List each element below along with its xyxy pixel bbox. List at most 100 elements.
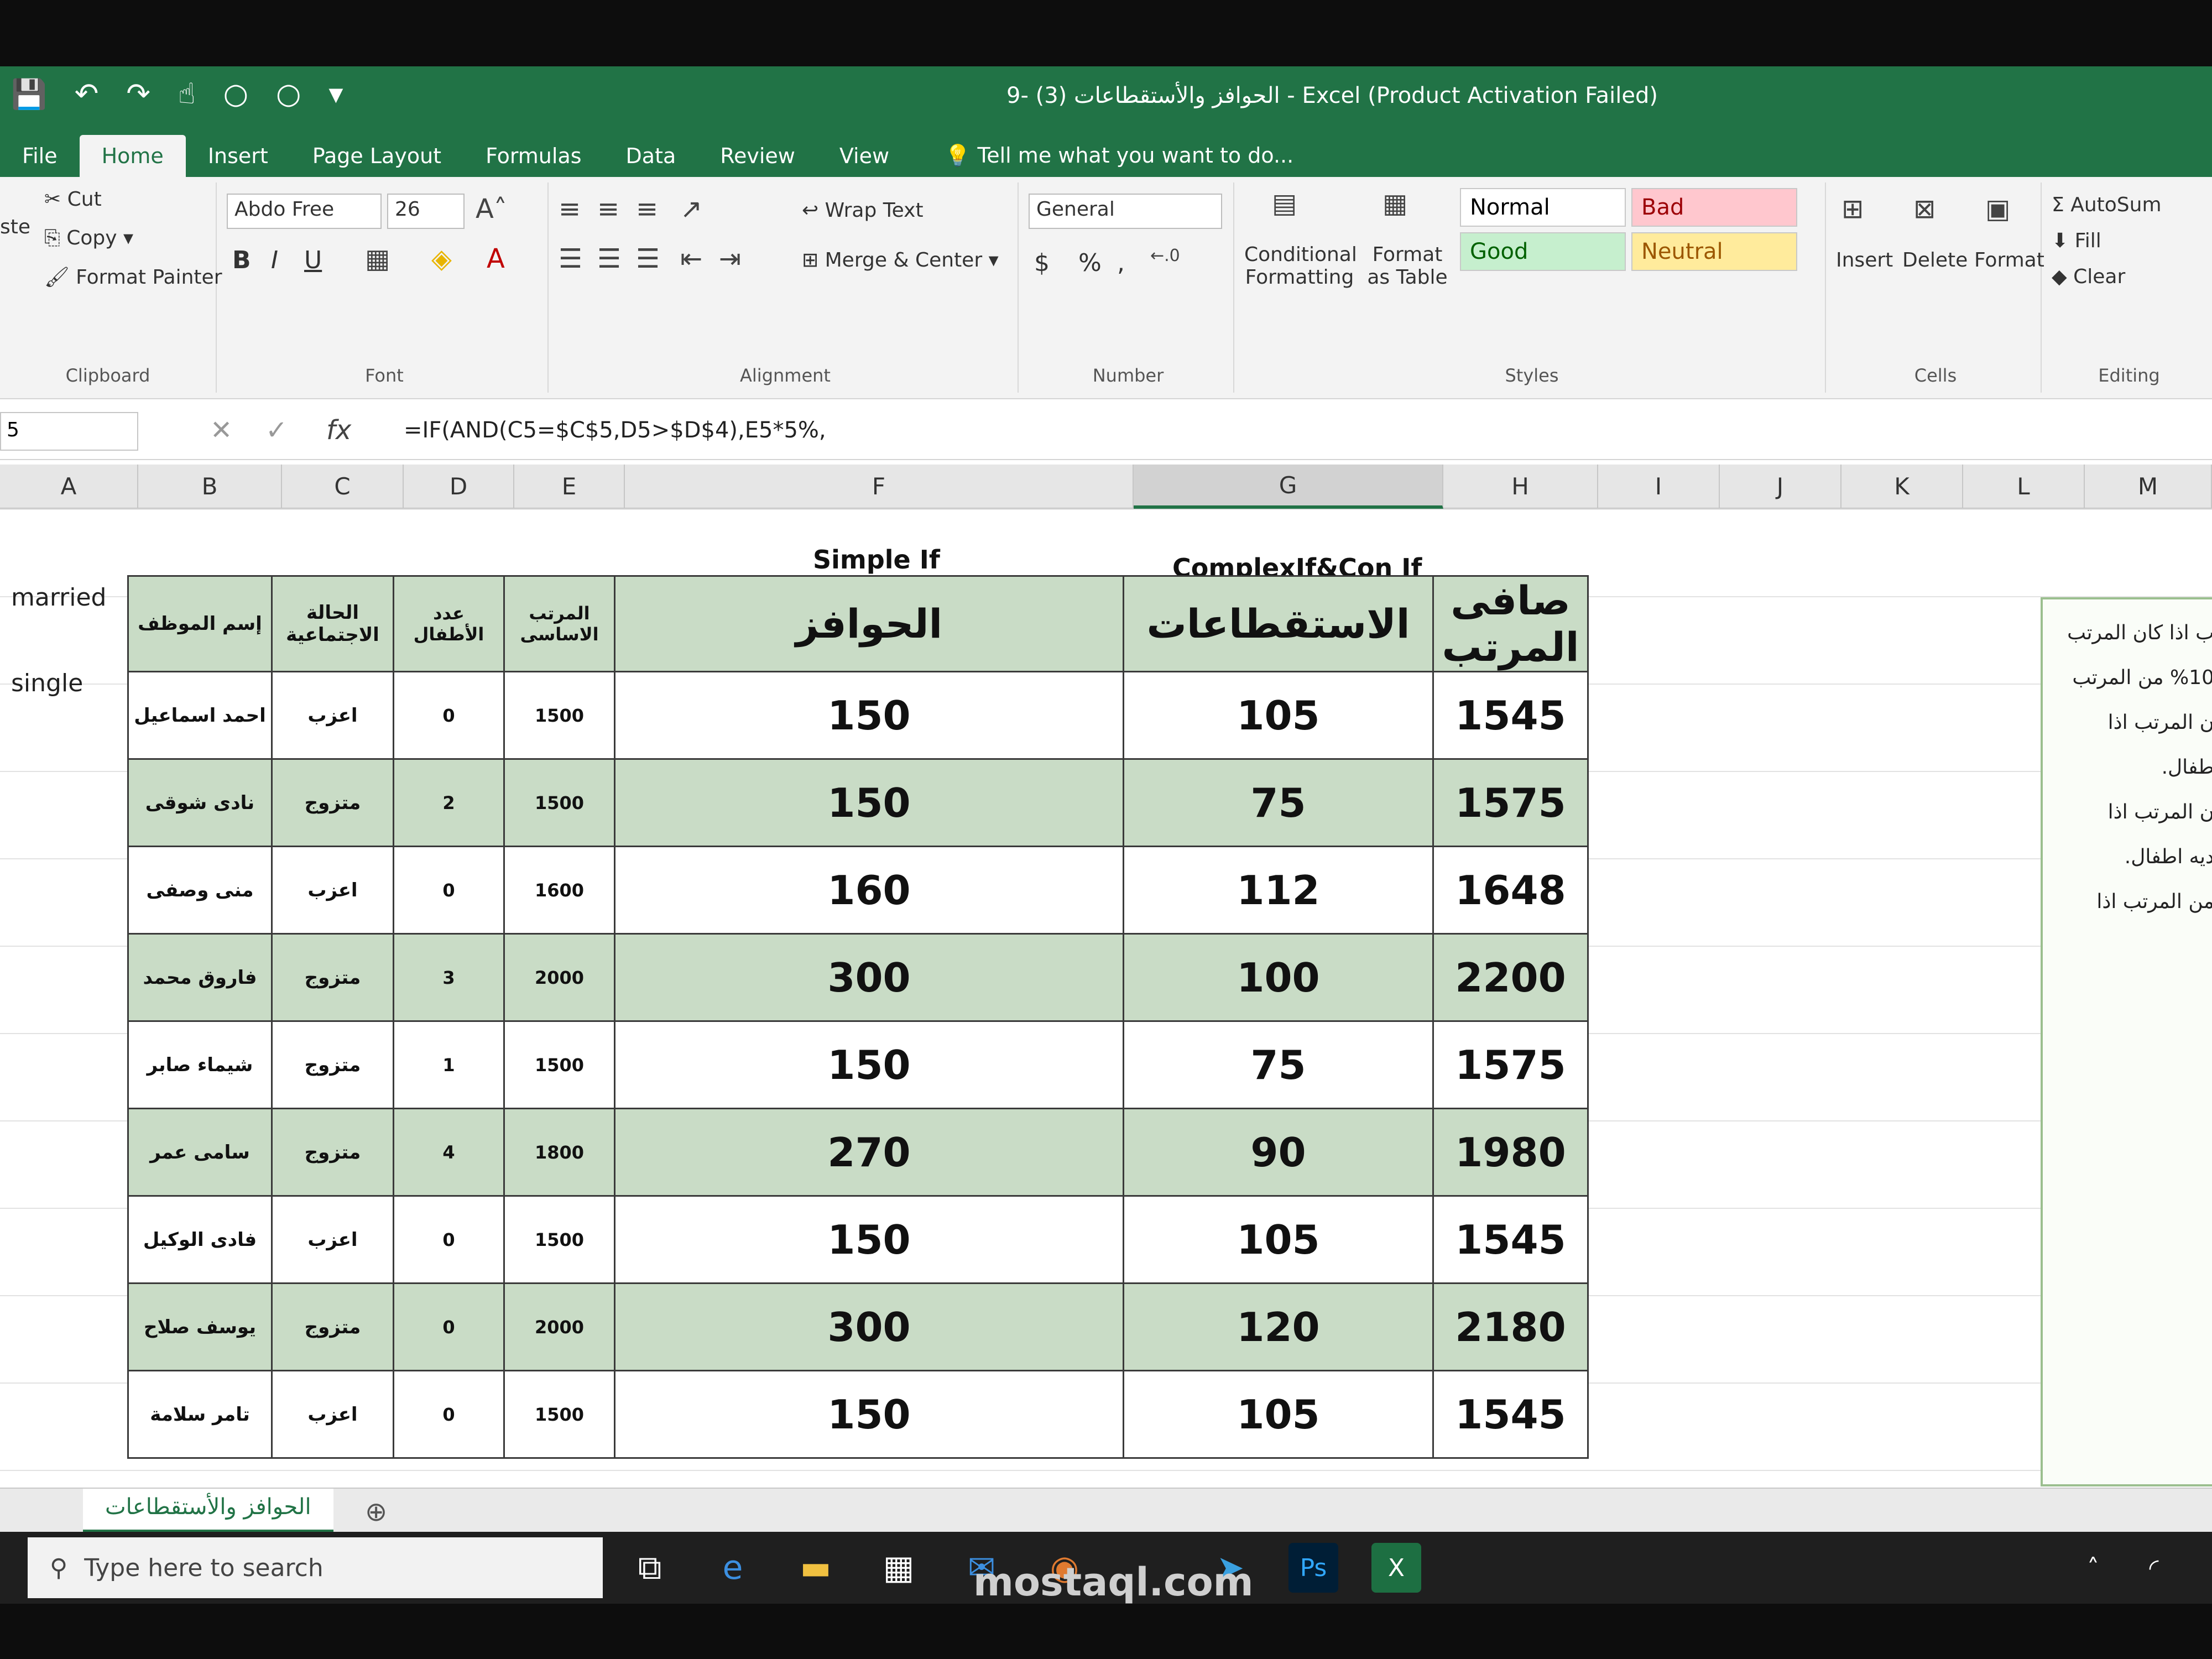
- cell-children[interactable]: 0: [393, 1195, 505, 1284]
- excel-icon[interactable]: X: [1371, 1543, 1421, 1593]
- cell-bonus[interactable]: 270: [614, 1108, 1124, 1197]
- cell-bonus[interactable]: 150: [614, 1370, 1124, 1459]
- copy-button[interactable]: ⎘ Copy ▾: [44, 227, 133, 250]
- cell-net-salary[interactable]: 1545: [1432, 1195, 1589, 1284]
- cell-base-salary[interactable]: 1800: [503, 1108, 615, 1197]
- font-name-select[interactable]: Abdo Free: [227, 194, 382, 229]
- cell-employee-name[interactable]: منى وصفى: [127, 846, 273, 935]
- format-cells-button[interactable]: Format: [1974, 249, 2044, 272]
- cell-bonus[interactable]: 150: [614, 1020, 1124, 1109]
- font-color-icon[interactable]: A: [487, 243, 505, 274]
- cell-base-salary[interactable]: 2000: [503, 933, 615, 1022]
- cell-employee-name[interactable]: فاروق محمد: [127, 933, 273, 1022]
- column-header-k[interactable]: K: [1841, 465, 1963, 509]
- cell-married[interactable]: married: [11, 583, 106, 612]
- align-center-icon[interactable]: ☰: [597, 243, 621, 274]
- format-cells-icon[interactable]: ▣: [1985, 194, 2010, 225]
- cell-net-salary[interactable]: 1545: [1432, 1370, 1589, 1459]
- name-box[interactable]: 5: [0, 412, 138, 451]
- cell-deductions[interactable]: 75: [1123, 758, 1434, 847]
- underline-button[interactable]: U: [304, 246, 322, 274]
- cell-net-salary[interactable]: 1575: [1432, 758, 1589, 847]
- function-icon[interactable]: fx: [326, 415, 351, 446]
- style-neutral[interactable]: Neutral: [1631, 232, 1797, 271]
- cell-children[interactable]: 1: [393, 1020, 505, 1109]
- cell-marital-status[interactable]: متزوج: [271, 758, 394, 847]
- worksheet-grid[interactable]: married single Simple If ComplexIf&Con I…: [0, 509, 2212, 1488]
- format-as-table-button[interactable]: Format as Table: [1360, 243, 1454, 289]
- cell-bonus[interactable]: 150: [614, 1195, 1124, 1284]
- tab-file[interactable]: File: [0, 135, 80, 177]
- conditional-formatting-button[interactable]: Conditional Formatting: [1244, 243, 1357, 289]
- fill-button[interactable]: ⬇ Fill: [2052, 229, 2101, 252]
- cell-employee-name[interactable]: تامر سلامة: [127, 1370, 273, 1459]
- tab-insert[interactable]: Insert: [186, 135, 290, 177]
- cell-base-salary[interactable]: 1500: [503, 1020, 615, 1109]
- cell-deductions[interactable]: 105: [1123, 1370, 1434, 1459]
- cell-bonus[interactable]: 150: [614, 671, 1124, 760]
- cell-bonus[interactable]: 160: [614, 846, 1124, 935]
- cell-marital-status[interactable]: متزوج: [271, 933, 394, 1022]
- header-children[interactable]: عدد الأطفال: [393, 575, 505, 672]
- chevron-up-icon[interactable]: ˄: [2068, 1543, 2118, 1593]
- style-bad[interactable]: Bad: [1631, 188, 1797, 227]
- column-header-i[interactable]: I: [1598, 465, 1720, 509]
- cell-bonus[interactable]: 300: [614, 933, 1124, 1022]
- cell-children[interactable]: 0: [393, 846, 505, 935]
- sheet-tab-active[interactable]: الحوافز والأستقطاعات: [83, 1489, 333, 1533]
- comma-button[interactable]: ,: [1117, 249, 1125, 277]
- save-icon[interactable]: 💾: [11, 77, 47, 111]
- circle-icon[interactable]: ○: [276, 77, 301, 111]
- header-net-salary[interactable]: صافى المرتب: [1432, 575, 1589, 672]
- cell-marital-status[interactable]: اعزب: [271, 1370, 394, 1459]
- cell-deductions[interactable]: 105: [1123, 1195, 1434, 1284]
- number-format-select[interactable]: General: [1029, 194, 1222, 229]
- format-table-icon[interactable]: ▦: [1383, 188, 1407, 219]
- cell-marital-status[interactable]: اعزب: [271, 846, 394, 935]
- cell-employee-name[interactable]: شيماء صابر: [127, 1020, 273, 1109]
- conditional-formatting-icon[interactable]: ▤: [1272, 188, 1297, 219]
- header-marital-status[interactable]: الحالة الاجتماعية: [271, 575, 394, 672]
- delete-cells-icon[interactable]: ⊠: [1913, 194, 1936, 225]
- borders-icon[interactable]: ▦: [365, 243, 390, 274]
- cell-employee-name[interactable]: فادى الوكيل: [127, 1195, 273, 1284]
- column-header-a[interactable]: A: [0, 465, 138, 509]
- cell-children[interactable]: 3: [393, 933, 505, 1022]
- file-explorer-icon[interactable]: ▬: [791, 1543, 841, 1593]
- formula-input[interactable]: =IF(AND(C5=$C$5,D5>$D$4),E5*5%,: [404, 418, 826, 443]
- align-middle-icon[interactable]: ≡: [597, 194, 619, 225]
- column-header-c[interactable]: C: [282, 465, 404, 509]
- cell-net-salary[interactable]: 1575: [1432, 1020, 1589, 1109]
- cell-bonus[interactable]: 150: [614, 758, 1124, 847]
- cell-base-salary[interactable]: 1500: [503, 1195, 615, 1284]
- tell-me-box[interactable]: 💡 Tell me what you want to do...: [922, 134, 1316, 177]
- cell-net-salary[interactable]: 1648: [1432, 846, 1589, 935]
- fill-color-icon[interactable]: ◈: [431, 243, 452, 274]
- cell-marital-status[interactable]: متزوج: [271, 1020, 394, 1109]
- cell-net-salary[interactable]: 1545: [1432, 671, 1589, 760]
- tab-page-layout[interactable]: Page Layout: [290, 135, 463, 177]
- cell-base-salary[interactable]: 1600: [503, 846, 615, 935]
- cell-deductions[interactable]: 105: [1123, 671, 1434, 760]
- autosum-button[interactable]: Σ AutoSum: [2052, 194, 2162, 216]
- cell-deductions[interactable]: 90: [1123, 1108, 1434, 1197]
- cell-single[interactable]: single: [11, 669, 83, 697]
- notes-shape[interactable]: ب اذا كان المرتب %10 من المرتب ن المرتب …: [2041, 597, 2212, 1486]
- decrease-indent-icon[interactable]: ⇤: [680, 243, 702, 274]
- column-header-d[interactable]: D: [404, 465, 514, 509]
- cut-button[interactable]: ✂ Cut: [44, 188, 102, 211]
- tab-formulas[interactable]: Formulas: [463, 135, 603, 177]
- cell-marital-status[interactable]: متزوج: [271, 1108, 394, 1197]
- column-header-m[interactable]: M: [2085, 465, 2212, 509]
- percent-button[interactable]: %: [1078, 249, 1102, 277]
- section-simple-if[interactable]: Simple If: [813, 545, 940, 575]
- italic-button[interactable]: I: [271, 246, 278, 274]
- wifi-icon[interactable]: ◜: [2129, 1543, 2179, 1593]
- tab-data[interactable]: Data: [604, 135, 698, 177]
- cell-net-salary[interactable]: 2180: [1432, 1282, 1589, 1371]
- insert-cells-button[interactable]: Insert: [1836, 249, 1893, 272]
- style-good[interactable]: Good: [1460, 232, 1626, 271]
- column-header-l[interactable]: L: [1963, 465, 2085, 509]
- currency-button[interactable]: $: [1034, 249, 1050, 277]
- enter-icon[interactable]: ✓: [265, 415, 288, 446]
